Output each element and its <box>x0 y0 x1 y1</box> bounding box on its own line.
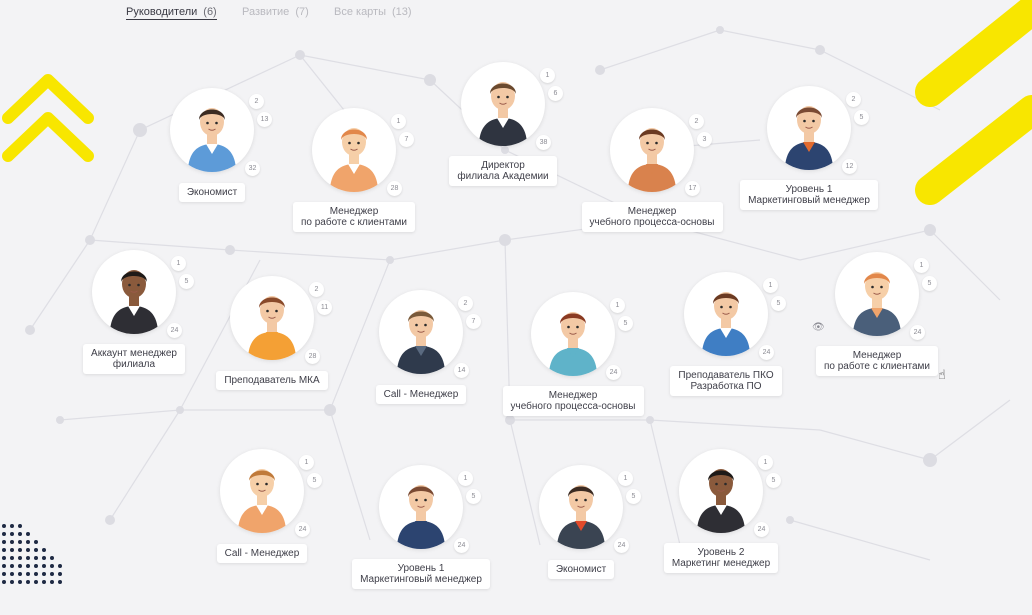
badge-count: 24 <box>606 365 621 380</box>
role-card[interactable]: 2 5 12 Уровень 1 Маркетинговый менеджер <box>724 86 894 236</box>
role-avatar <box>92 250 176 334</box>
badge-count: 38 <box>536 135 551 150</box>
tab-all-cards[interactable]: Все карты (13) <box>334 6 412 18</box>
badge-count: 2 <box>458 296 473 311</box>
badge-count: 14 <box>454 363 469 378</box>
role-avatar <box>835 252 919 336</box>
badge-count: 5 <box>771 296 786 311</box>
role-avatar <box>679 449 763 533</box>
tab-development-label: Развитие <box>242 6 290 18</box>
stripes-decoration <box>915 0 1032 205</box>
chevron-up-decoration <box>2 74 94 162</box>
badge-count: 1 <box>610 298 625 313</box>
badge-count: 1 <box>763 278 778 293</box>
badge-count: 5 <box>618 316 633 331</box>
badge-count: 28 <box>387 181 402 196</box>
badge-count: 1 <box>171 256 186 271</box>
badge-count: 1 <box>618 471 633 486</box>
badge-count: 5 <box>766 473 781 488</box>
role-title: Уровень 1 Маркетинговый менеджер <box>352 559 490 589</box>
badge-count: 11 <box>317 300 332 315</box>
role-card[interactable]: 1 5 24 Менеджер учебного процесса-основы <box>488 292 658 442</box>
role-title: Экономист <box>547 560 615 579</box>
badge-count: 5 <box>922 276 937 291</box>
badge-count: 24 <box>759 345 774 360</box>
role-avatar <box>610 108 694 192</box>
badge-count: 2 <box>689 114 704 129</box>
role-card[interactable]: 2 3 17 Менеджер учебного процесса-основы <box>567 108 737 258</box>
role-card[interactable]: 1 5 24 👁 Менеджер по работе с клиентами … <box>792 252 962 402</box>
role-title: Менеджер по работе с клиентами <box>815 346 938 376</box>
role-card[interactable]: 1 5 24 Уровень 2 Маркетинг менеджер <box>636 449 806 599</box>
badge-count: 24 <box>614 538 629 553</box>
hand-cursor-icon: ☝ <box>938 367 946 382</box>
role-title: Преподаватель МКА <box>216 371 328 390</box>
role-avatar <box>379 465 463 549</box>
tab-managers[interactable]: Руководители (6) <box>126 6 217 20</box>
badge-count: 2 <box>309 282 324 297</box>
role-title: Уровень 2 Маркетинг менеджер <box>663 543 779 573</box>
role-avatar <box>684 272 768 356</box>
role-title: Call - Менеджер <box>375 385 467 404</box>
badge-count: 12 <box>842 159 857 174</box>
role-card[interactable]: 2 11 28 Преподаватель МКА <box>187 276 357 426</box>
badge-count: 24 <box>295 522 310 537</box>
tab-all-cards-label: Все карты <box>334 6 387 18</box>
dot-grid-decoration <box>2 524 62 584</box>
role-title: Директор филиала Академии <box>449 156 557 186</box>
tab-development[interactable]: Развитие (7) <box>242 6 309 18</box>
tab-all-cards-count: (13) <box>392 6 412 18</box>
badge-count: 2 <box>846 92 861 107</box>
role-card[interactable]: 1 5 24 Call - Менеджер <box>177 449 347 599</box>
role-title: Менеджер по работе с клиентами <box>292 202 415 232</box>
role-title: Менеджер учебного процесса-основы <box>581 202 723 232</box>
role-avatar <box>767 86 851 170</box>
role-avatar <box>230 276 314 360</box>
role-card[interactable]: 1 7 28 Менеджер по работе с клиентами <box>269 108 439 258</box>
badge-count: 17 <box>685 181 700 196</box>
role-avatar <box>379 290 463 374</box>
role-title: Аккаунт менеджер филиала <box>83 344 185 374</box>
badge-count: 24 <box>167 323 182 338</box>
role-title: Call - Менеджер <box>216 544 308 563</box>
role-card[interactable]: 2 7 14 Call - Менеджер <box>336 290 506 440</box>
tab-managers-count: (6) <box>203 6 217 18</box>
badge-count: 24 <box>454 538 469 553</box>
role-card[interactable]: 1 6 38 Директор филиала Академии <box>418 62 588 212</box>
role-title: Экономист <box>178 183 246 202</box>
badge-count: 7 <box>399 132 414 147</box>
role-card[interactable]: 1 5 24 Преподаватель ПКО Разработка ПО <box>641 272 811 422</box>
badge-count: 3 <box>697 132 712 147</box>
role-avatar <box>531 292 615 376</box>
badge-count: 24 <box>910 325 925 340</box>
tab-development-count: (7) <box>295 6 309 18</box>
badge-count: 1 <box>540 68 555 83</box>
role-title: Преподаватель ПКО Разработка ПО <box>670 366 782 396</box>
badge-count: 1 <box>758 455 773 470</box>
role-avatar <box>220 449 304 533</box>
badge-count: 6 <box>548 86 563 101</box>
badge-count: 5 <box>307 473 322 488</box>
eye-icon: 👁 <box>812 322 825 333</box>
role-avatar <box>461 62 545 146</box>
badge-count: 7 <box>466 314 481 329</box>
badge-count: 2 <box>249 94 264 109</box>
role-avatar <box>170 88 254 172</box>
badge-count: 5 <box>466 489 481 504</box>
role-avatar <box>312 108 396 192</box>
badge-count: 1 <box>914 258 929 273</box>
badge-count: 32 <box>245 161 260 176</box>
tab-managers-label: Руководители <box>126 6 198 18</box>
badge-count: 28 <box>305 349 320 364</box>
badge-count: 5 <box>854 110 869 125</box>
role-title: Менеджер учебного процесса-основы <box>502 386 644 416</box>
role-avatar <box>539 465 623 549</box>
badge-count: 1 <box>299 455 314 470</box>
badge-count: 1 <box>458 471 473 486</box>
badge-count: 1 <box>391 114 406 129</box>
badge-count: 24 <box>754 522 769 537</box>
role-title: Уровень 1 Маркетинговый менеджер <box>740 180 878 210</box>
